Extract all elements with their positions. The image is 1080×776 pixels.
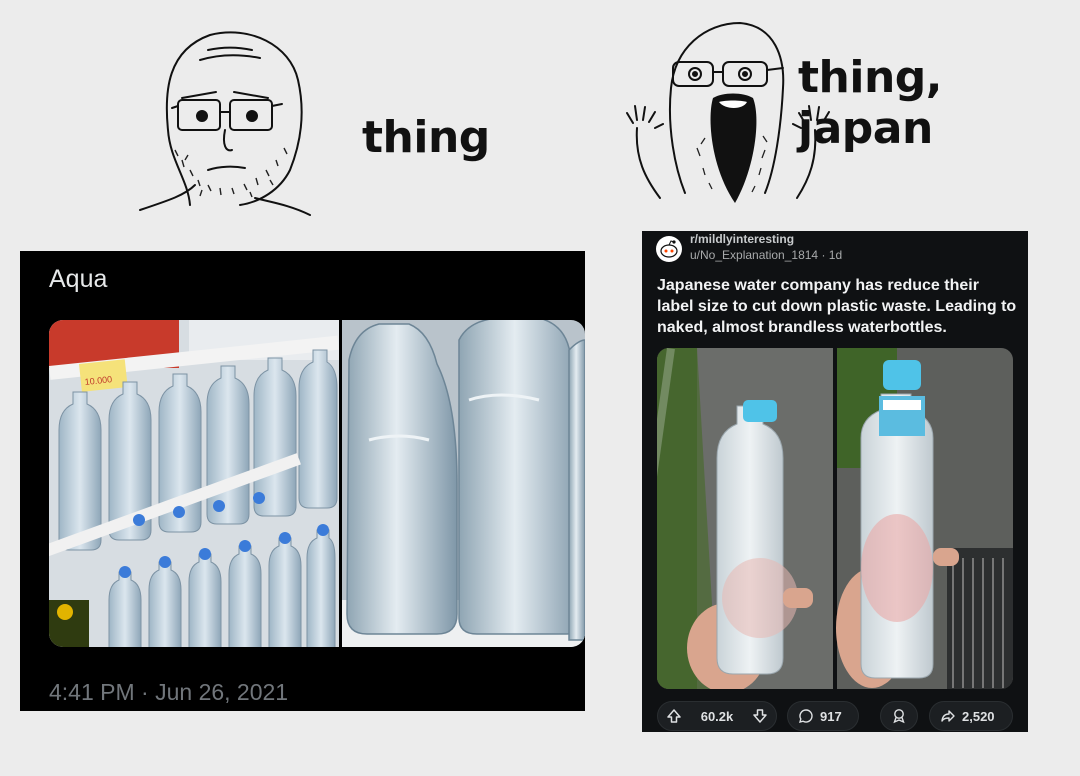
- post-image[interactable]: [657, 348, 1013, 689]
- share-icon: [940, 708, 956, 724]
- share-button[interactable]: 2,520: [929, 701, 1013, 731]
- tweet-timestamp[interactable]: 4:41 PM · Jun 26, 2021: [49, 679, 288, 706]
- brandless-bottles-photo: [657, 348, 1013, 689]
- meta-separator: ·: [821, 248, 826, 262]
- tweet-image[interactable]: 10.000: [49, 320, 585, 647]
- store-shelf-bottles-photo: 10.000: [49, 320, 585, 647]
- post-meta: u/No_Explanation_1814 · 1d: [690, 248, 842, 262]
- left-caption: thing: [362, 112, 490, 163]
- award-button[interactable]: [880, 701, 918, 731]
- reddit-snoo-icon[interactable]: [656, 236, 682, 262]
- upvote-count: 60.2k: [700, 708, 734, 724]
- downvote-icon[interactable]: [752, 708, 768, 724]
- tweet-card: Aqua 10.000 4:41 PM · Jun 26, 2021: [20, 251, 585, 711]
- tweet-author-name[interactable]: Aqua: [49, 265, 107, 294]
- vote-pill: 60.2k: [657, 701, 777, 731]
- right-caption: thing, japan: [798, 52, 942, 154]
- smug-wojak-drawing: [139, 31, 311, 216]
- upvote-icon[interactable]: [666, 708, 682, 724]
- post-age: 1d: [828, 248, 843, 262]
- comment-count: 917: [820, 708, 842, 724]
- share-count: 2,520: [962, 708, 995, 724]
- subreddit-name[interactable]: r/mildlyinteresting: [690, 232, 794, 246]
- comments-button[interactable]: 917: [787, 701, 859, 731]
- post-title[interactable]: Japanese water company has reduce their …: [657, 275, 1017, 338]
- comment-icon: [798, 708, 814, 724]
- reddit-post-card: r/mildlyinteresting u/No_Explanation_181…: [642, 231, 1028, 732]
- post-author[interactable]: u/No_Explanation_1814: [690, 248, 818, 262]
- award-icon: [891, 708, 907, 724]
